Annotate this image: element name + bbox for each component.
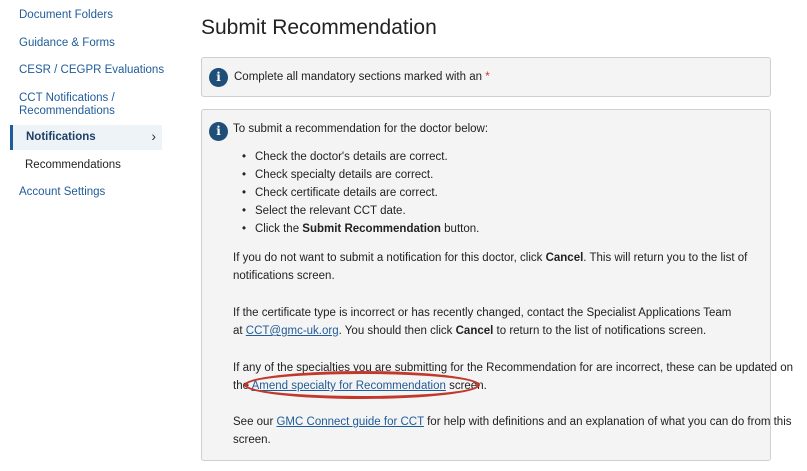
paragraph-text: screen. (445, 380, 487, 392)
instructions-list: Check the doctor's details are correct. … (242, 148, 479, 238)
instructions-intro: To submit a recommendation for the docto… (233, 123, 489, 135)
paragraph-text: . This will return you to the list of (583, 252, 748, 264)
list-item: Check the doctor's details are correct. (242, 148, 479, 166)
submit-recommendation-label: Submit Recommendation (302, 223, 441, 235)
paragraph-text: for help with definitions and an explana… (423, 416, 792, 428)
paragraph-text: at (233, 325, 246, 337)
paragraph-text: If any of the specialties you are submit… (233, 362, 793, 374)
info-icon: i (209, 68, 228, 87)
paragraph-text: the (233, 380, 252, 392)
paragraph-text: screen. (233, 434, 271, 446)
sidebar-item-label: Recommendations (19, 105, 115, 117)
list-item: Check specialty details are correct. (242, 166, 479, 184)
cancel-paragraph: If you do not want to submit a notificat… (233, 249, 747, 285)
mandatory-text: Complete all mandatory sections marked w… (234, 68, 490, 86)
paragraph-text: If the certificate type is incorrect or … (233, 307, 732, 319)
sidebar-item-recommendations[interactable]: Recommendations (25, 159, 121, 171)
paragraph-text: See our (233, 416, 277, 428)
paragraph-text: If you do not want to submit a notificat… (233, 252, 546, 264)
sidebar-item-document-folders[interactable]: Document Folders (19, 9, 113, 22)
paragraph-text: to return to the list of notifications s… (493, 325, 707, 337)
list-item-text: button. (440, 223, 480, 235)
paragraph-text: notifications screen. (233, 270, 335, 282)
gmc-connect-guide-link[interactable]: GMC Connect guide for CCT (276, 416, 423, 428)
sidebar-item-label: Notifications (26, 131, 96, 143)
sidebar-item-account-settings[interactable]: Account Settings (19, 186, 105, 199)
sidebar-item-label: CCT Notifications / (19, 92, 115, 104)
certificate-paragraph: If the certificate type is incorrect or … (233, 304, 731, 340)
mandatory-label: Complete all mandatory sections marked w… (234, 71, 483, 83)
list-item: Click the Submit Recommendation button. (242, 220, 479, 238)
cancel-label: Cancel (545, 252, 584, 264)
cancel-label: Cancel (455, 325, 494, 337)
list-item: Check certificate details are correct. (242, 184, 479, 202)
sidebar-item-guidance-forms[interactable]: Guidance & Forms (19, 37, 115, 50)
chevron-right-icon: › (151, 128, 156, 144)
required-star: * (485, 71, 490, 83)
sidebar-nav: Document Folders Guidance & Forms CESR /… (0, 0, 170, 471)
sidebar-item-cct-recommendations[interactable]: CCT Notifications / Recommendations (19, 92, 115, 118)
guide-paragraph: See our GMC Connect guide for CCT for he… (233, 413, 792, 449)
paragraph-text: . You should then click (338, 325, 456, 337)
list-item: Select the relevant CCT date. (242, 202, 479, 220)
sidebar-item-cesr-cegpr[interactable]: CESR / CEGPR Evaluations (19, 64, 164, 77)
email-link[interactable]: CCT@gmc-uk.org (246, 325, 339, 337)
sidebar-item-notifications[interactable]: Notifications › (10, 125, 162, 150)
page-title: Submit Recommendation (201, 16, 437, 39)
amend-specialty-link[interactable]: Amend specialty for Recommendation (252, 380, 446, 392)
specialty-paragraph: If any of the specialties you are submit… (233, 359, 793, 395)
info-icon: i (209, 122, 228, 141)
list-item-text: Click the (255, 223, 303, 235)
mandatory-notice: i Complete all mandatory sections marked… (201, 57, 771, 97)
